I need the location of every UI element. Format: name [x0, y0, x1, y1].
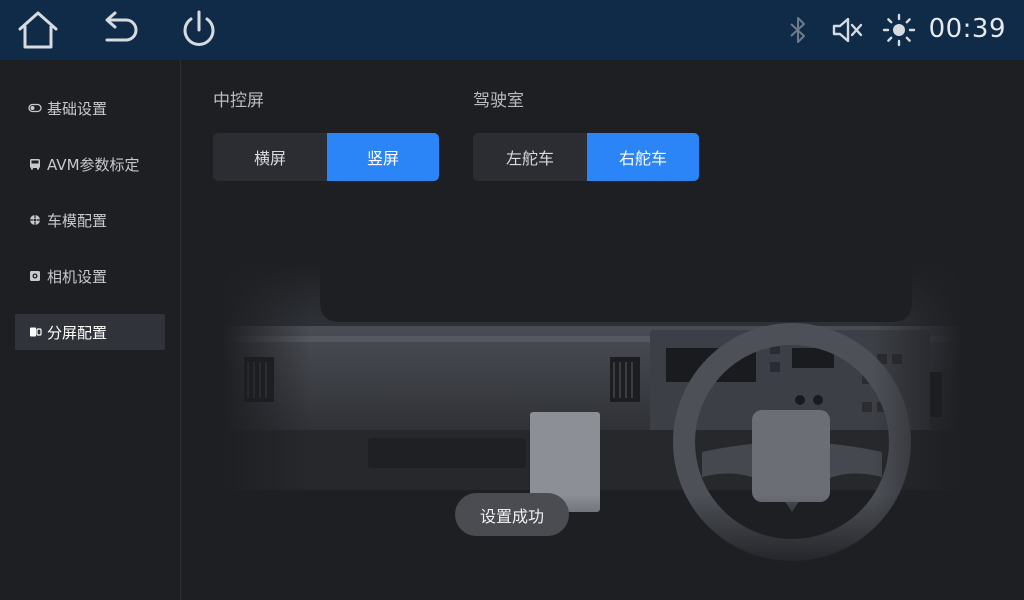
cab-side-toggle: 左舵车 右舵车: [473, 133, 699, 181]
camera-icon: [28, 269, 42, 283]
cab-group-label: 驾驶室: [473, 91, 524, 111]
sidebar-item-basic-settings[interactable]: 基础设置: [15, 90, 165, 126]
bus-icon: [28, 157, 42, 171]
sidebar-item-car-model[interactable]: 车模配置: [15, 202, 165, 238]
sidebar: 基础设置 AVM参数标定 车模配置 相机设置 分屏配置: [0, 60, 181, 600]
brightness-icon[interactable]: [877, 8, 921, 52]
top-status-bar: 00:39: [0, 0, 1024, 60]
sidebar-item-label: 相机设置: [47, 267, 108, 286]
cab-dashboard-illustration: [222, 262, 962, 572]
toggle-icon: [28, 101, 42, 115]
sidebar-item-label: 分屏配置: [47, 323, 108, 342]
sidebar-item-label: 基础设置: [47, 99, 108, 118]
sidebar-item-label: 车模配置: [47, 211, 108, 230]
sidebar-item-label: AVM参数标定: [47, 155, 140, 174]
screen-group-label: 中控屏: [213, 91, 264, 111]
car-model-icon: [28, 213, 42, 227]
back-icon[interactable]: [97, 8, 141, 52]
split-screen-icon: [28, 325, 42, 339]
right-hand-drive-option[interactable]: 右舵车: [587, 133, 699, 181]
sidebar-item-avm-calibration[interactable]: AVM参数标定: [15, 146, 165, 182]
toast-message: 设置成功: [455, 493, 569, 536]
sidebar-item-split-screen[interactable]: 分屏配置: [15, 314, 165, 350]
bluetooth-icon: [776, 8, 820, 52]
volume-mute-icon[interactable]: [825, 8, 869, 52]
sidebar-item-camera-settings[interactable]: 相机设置: [15, 258, 165, 294]
portrait-option[interactable]: 竖屏: [327, 133, 439, 181]
screen-orientation-toggle: 横屏 竖屏: [213, 133, 439, 181]
left-hand-drive-option[interactable]: 左舵车: [473, 133, 587, 181]
clock: 00:39: [928, 14, 1006, 44]
landscape-option[interactable]: 横屏: [213, 133, 327, 181]
power-icon[interactable]: [177, 8, 221, 52]
home-icon[interactable]: [16, 8, 60, 52]
